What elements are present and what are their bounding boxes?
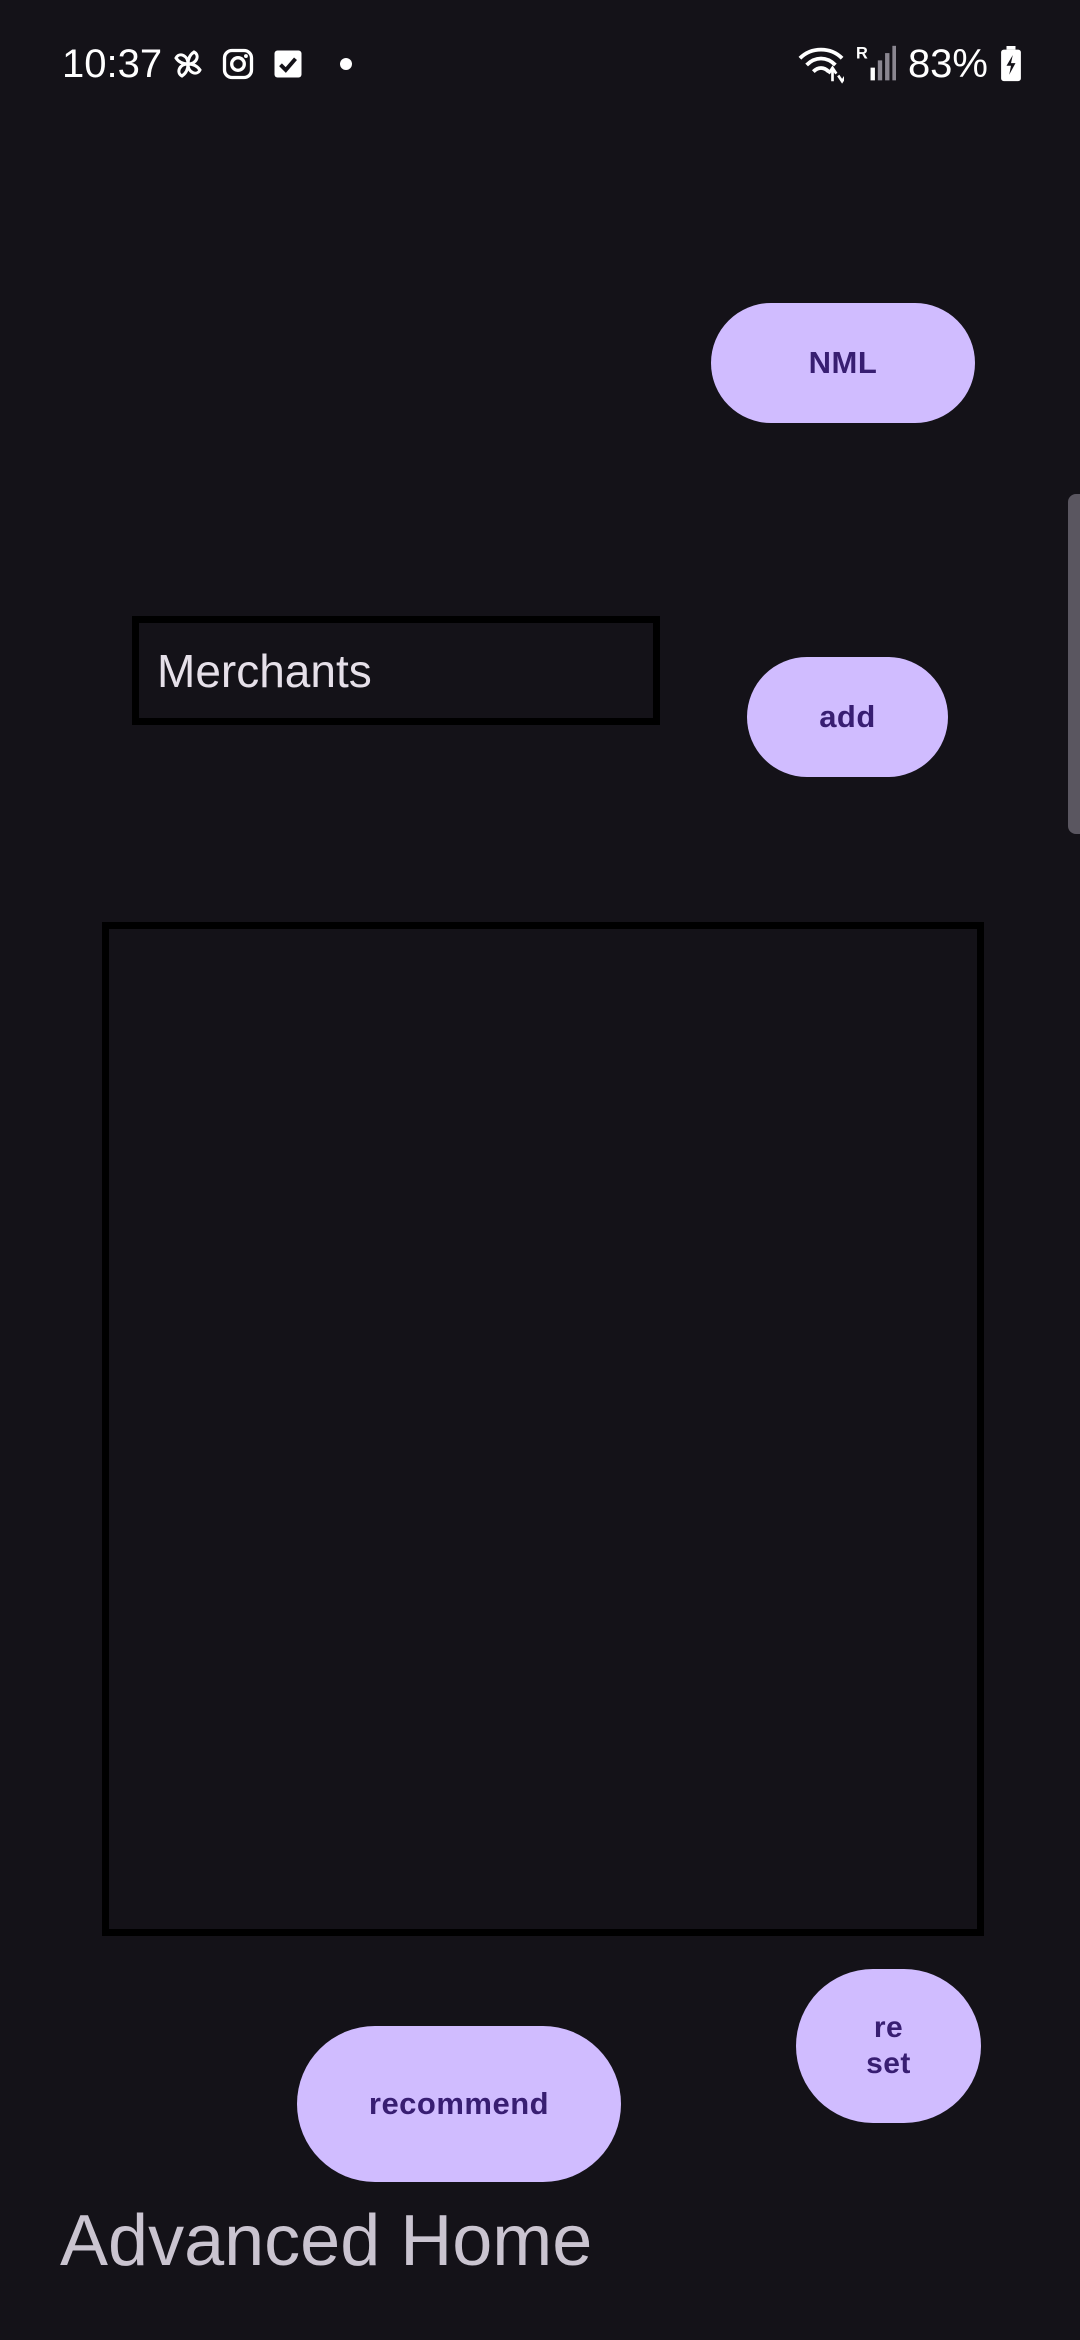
wifi-icon: [798, 47, 844, 84]
status-bar: 10:37 R 83%: [0, 0, 1080, 128]
instagram-icon: [222, 48, 254, 80]
add-button[interactable]: add: [747, 657, 948, 777]
nml-button[interactable]: NML: [711, 303, 975, 423]
signal-roaming-icon: R: [856, 45, 896, 81]
checkbox-icon: [274, 50, 302, 78]
reset-button[interactable]: re set: [796, 1969, 981, 2123]
page-title: Advanced Home: [60, 2201, 593, 2281]
merchants-input[interactable]: [132, 616, 660, 725]
scroll-handle[interactable]: [1068, 494, 1080, 834]
svg-text:R: R: [856, 45, 868, 63]
status-right-icons: R 83%: [798, 40, 1022, 88]
app-screen: 10:37 R 83% NML Merchants add re set rec…: [0, 0, 1080, 2340]
battery-percent: 83%: [907, 42, 988, 86]
status-time: 10:37: [62, 42, 163, 86]
status-left-icons: [170, 44, 352, 84]
pinwheel-icon: [174, 50, 202, 78]
battery-charging-icon: [1001, 46, 1021, 82]
recommend-button[interactable]: recommend: [297, 2026, 621, 2182]
merchant-list[interactable]: [102, 922, 984, 1936]
notification-dot: [340, 58, 352, 70]
